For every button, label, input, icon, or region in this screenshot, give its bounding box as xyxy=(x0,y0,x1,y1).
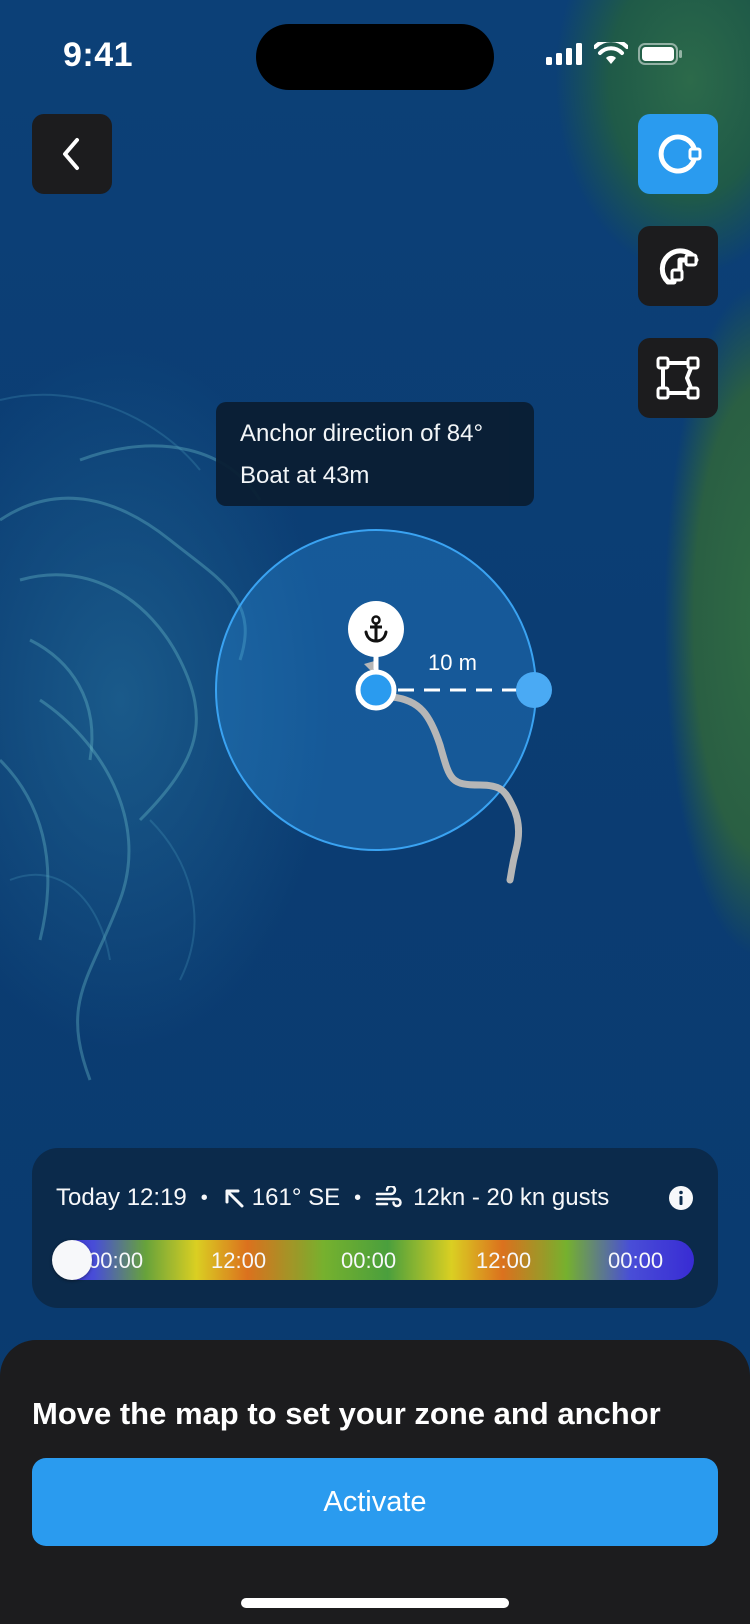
weather-timeline[interactable]: 00:00 12:00 00:00 12:00 00:00 xyxy=(52,1240,694,1280)
battery-icon xyxy=(638,43,682,65)
timeline-tick: 12:00 xyxy=(211,1248,267,1273)
dynamic-island xyxy=(256,24,494,90)
home-indicator xyxy=(241,1598,509,1608)
polygon-zone-tool[interactable] xyxy=(638,338,718,418)
separator-dot: • xyxy=(354,1186,362,1209)
activate-button[interactable]: Activate xyxy=(32,1458,718,1546)
weather-summary: Today 12:19 • 161° SE • 12kn - 20 kn gus… xyxy=(56,1180,694,1216)
back-button[interactable] xyxy=(32,114,112,194)
wind-speed: 12kn - 20 kn gusts xyxy=(413,1184,610,1211)
anchor-direction-text: Anchor direction of 84° xyxy=(240,420,484,447)
timeline-tick: 00:00 xyxy=(608,1248,664,1273)
weather-datetime: Today 12:19 xyxy=(56,1184,187,1211)
anchor-tooltip: Anchor direction of 84° Boat at 43m xyxy=(216,402,534,506)
sector-zone-tool[interactable] xyxy=(638,226,718,306)
wind-icon xyxy=(375,1186,402,1208)
timeline-tick: 12:00 xyxy=(476,1248,532,1273)
wind-direction-arrow-icon xyxy=(225,1189,244,1208)
cellular-signal-icon xyxy=(546,43,582,65)
wind-direction: 161° SE xyxy=(251,1184,341,1211)
bottom-sheet: Move the map to set your zone and anchor… xyxy=(0,1340,750,1624)
radius-label: 10 m xyxy=(428,650,477,675)
weather-card: Today 12:19 • 161° SE • 12kn - 20 kn gus… xyxy=(32,1148,718,1308)
timeline-tick: 00:00 xyxy=(341,1248,397,1273)
timeline-knob[interactable] xyxy=(52,1240,92,1280)
circle-zone-tool[interactable] xyxy=(638,114,718,194)
circle-zone-icon xyxy=(658,134,702,174)
anchor-icon xyxy=(364,615,388,643)
polygon-zone-icon xyxy=(656,356,700,400)
sheet-title: Move the map to set your zone and anchor xyxy=(32,1396,661,1431)
chevron-left-icon xyxy=(63,138,79,170)
wifi-icon xyxy=(594,42,628,64)
sector-zone-icon xyxy=(659,248,699,285)
status-icons xyxy=(546,42,682,66)
status-bar: 9:41 xyxy=(0,0,750,110)
status-time: 9:41 xyxy=(63,36,134,74)
separator-dot: • xyxy=(200,1186,208,1209)
boat-distance-text: Boat at 43m xyxy=(240,462,370,489)
timeline-tick: 00:00 xyxy=(88,1248,144,1273)
info-icon[interactable] xyxy=(668,1185,694,1211)
